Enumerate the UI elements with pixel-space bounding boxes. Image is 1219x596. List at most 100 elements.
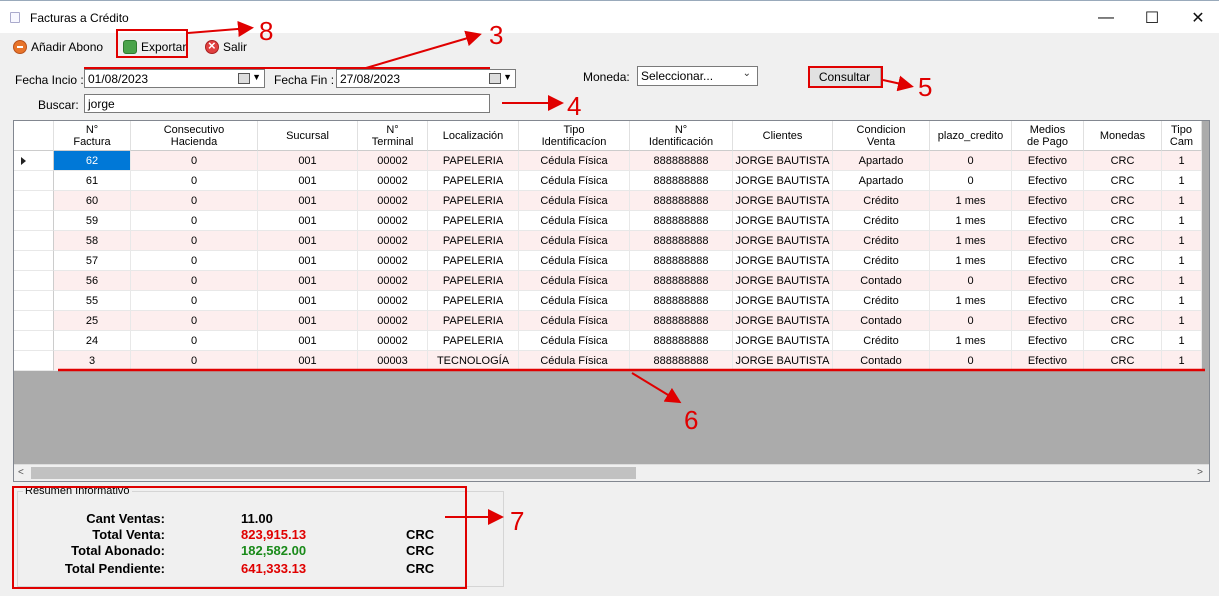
table-cell[interactable]: PAPELERIA [428,191,519,211]
table-cell[interactable]: 0 [131,231,258,251]
table-cell[interactable]: 00003 [358,351,428,371]
table-cell[interactable]: 0 [131,251,258,271]
table-cell[interactable]: 1 [1162,171,1202,191]
column-header[interactable]: N° Factura [54,121,131,151]
table-cell[interactable]: Apartado [833,151,930,171]
table-cell[interactable]: 25 [54,311,131,331]
table-cell[interactable]: 1 mes [930,291,1012,311]
table-cell[interactable]: 001 [258,211,358,231]
table-cell[interactable]: Cédula Física [519,191,630,211]
table-cell[interactable]: Contado [833,311,930,331]
export-button[interactable]: Exportar [120,36,189,58]
table-cell[interactable]: Cédula Física [519,211,630,231]
table-cell[interactable]: 0 [131,191,258,211]
consult-button[interactable]: Consultar [808,66,881,87]
minimize-button[interactable]: — [1083,1,1129,34]
table-cell[interactable]: JORGE BAUTISTA [733,211,833,231]
table-cell[interactable]: Cédula Física [519,251,630,271]
table-row[interactable]: 3 0 001 00003 TECNOLOGÍA Cédula Física 8888888… [14,351,1202,371]
row-header[interactable] [14,291,54,311]
table-cell[interactable]: 888888888 [630,251,733,271]
table-cell[interactable]: CRC [1084,291,1162,311]
table-cell[interactable]: 00002 [358,271,428,291]
table-cell[interactable]: JORGE BAUTISTA [733,331,833,351]
table-cell[interactable]: 0 [930,171,1012,191]
table-cell[interactable]: PAPELERIA [428,271,519,291]
column-header[interactable]: N° Identificación [630,121,733,151]
table-cell[interactable]: CRC [1084,211,1162,231]
row-header[interactable] [14,351,54,371]
table-cell[interactable]: 888888888 [630,271,733,291]
table-cell[interactable]: 62 [54,151,131,171]
table-cell[interactable]: Cédula Física [519,331,630,351]
row-header[interactable] [14,311,54,331]
table-cell[interactable]: 1 mes [930,191,1012,211]
table-cell[interactable]: CRC [1084,271,1162,291]
table-cell[interactable]: Cédula Física [519,171,630,191]
table-row[interactable]: 59 0 001 00002 PAPELERIA Cédula Física 8888888… [14,211,1202,231]
search-input[interactable]: jorge [84,94,490,113]
table-cell[interactable]: PAPELERIA [428,331,519,351]
column-header[interactable]: Condicion Venta [833,121,930,151]
table-cell[interactable]: 001 [258,311,358,331]
table-cell[interactable]: Efectivo [1012,231,1084,251]
table-cell[interactable]: CRC [1084,311,1162,331]
table-cell[interactable]: 56 [54,271,131,291]
table-cell[interactable]: 001 [258,251,358,271]
table-cell[interactable]: 0 [131,291,258,311]
table-row[interactable]: 56 0 001 00002 PAPELERIA Cédula Física 8888888… [14,271,1202,291]
table-cell[interactable]: PAPELERIA [428,211,519,231]
table-cell[interactable]: 1 mes [930,231,1012,251]
table-cell[interactable]: 55 [54,291,131,311]
table-cell[interactable]: Cédula Física [519,231,630,251]
table-cell[interactable]: 888888888 [630,231,733,251]
column-header[interactable]: Monedas [1084,121,1162,151]
table-cell[interactable]: 0 [930,271,1012,291]
table-cell[interactable]: JORGE BAUTISTA [733,191,833,211]
table-row[interactable]: 57 0 001 00002 PAPELERIA Cédula Física 8888888… [14,251,1202,271]
table-cell[interactable]: 00002 [358,171,428,191]
table-cell[interactable]: JORGE BAUTISTA [733,171,833,191]
table-cell[interactable]: 888888888 [630,331,733,351]
table-cell[interactable]: JORGE BAUTISTA [733,271,833,291]
table-cell[interactable]: JORGE BAUTISTA [733,311,833,331]
table-cell[interactable]: Apartado [833,171,930,191]
row-header[interactable] [14,151,54,171]
table-cell[interactable]: 1 [1162,271,1202,291]
table-cell[interactable]: 0 [131,211,258,231]
table-cell[interactable]: Crédito [833,331,930,351]
table-cell[interactable]: Efectivo [1012,271,1084,291]
scroll-left-icon[interactable]: < [18,467,24,478]
table-cell[interactable]: Cédula Física [519,151,630,171]
table-cell[interactable]: 0 [131,331,258,351]
table-cell[interactable]: 1 [1162,191,1202,211]
table-cell[interactable]: Crédito [833,211,930,231]
row-header[interactable] [14,171,54,191]
table-cell[interactable]: JORGE BAUTISTA [733,251,833,271]
column-header[interactable]: Localización [428,121,519,151]
table-cell[interactable]: 0 [131,311,258,331]
exit-button[interactable]: Salir [202,36,250,58]
table-cell[interactable]: CRC [1084,151,1162,171]
table-cell[interactable]: 1 [1162,211,1202,231]
table-cell[interactable]: 001 [258,351,358,371]
table-cell[interactable]: Efectivo [1012,211,1084,231]
table-cell[interactable]: 1 [1162,291,1202,311]
row-header[interactable] [14,211,54,231]
table-cell[interactable]: 0 [131,271,258,291]
start-date-picker[interactable]: 01/08/2023 ▼ [84,69,265,88]
table-row[interactable]: 61 0 001 00002 PAPELERIA Cédula Física 8888888… [14,171,1202,191]
table-cell[interactable]: Cédula Física [519,351,630,371]
table-cell[interactable]: 888888888 [630,291,733,311]
column-header[interactable]: N° Terminal [358,121,428,151]
table-cell[interactable]: 00002 [358,151,428,171]
table-cell[interactable]: 60 [54,191,131,211]
table-cell[interactable]: 0 [930,311,1012,331]
table-cell[interactable]: PAPELERIA [428,231,519,251]
add-payment-button[interactable]: Añadir Abono [10,36,106,58]
table-cell[interactable]: 1 [1162,311,1202,331]
table-cell[interactable]: 0 [131,351,258,371]
table-cell[interactable]: Crédito [833,251,930,271]
table-cell[interactable]: 57 [54,251,131,271]
close-button[interactable]: ✕ [1175,1,1219,34]
